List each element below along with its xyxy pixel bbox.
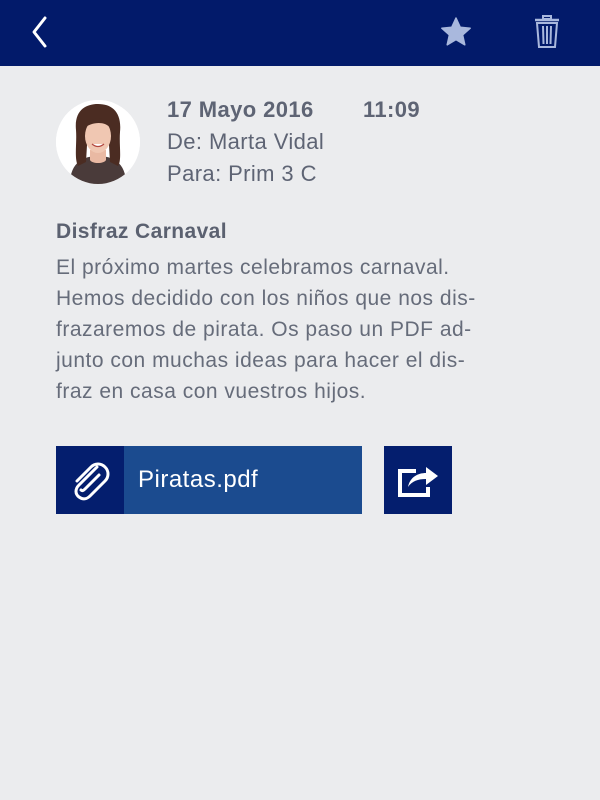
star-icon xyxy=(441,17,471,46)
message-date: 17 Mayo 2016 xyxy=(167,97,314,122)
message-recipient: Para: Prim 3 C xyxy=(167,161,317,186)
delete-button[interactable] xyxy=(528,12,566,52)
message-body-line: fraz en casa con vuestros hijos. xyxy=(56,380,367,403)
message-meta: 17 Mayo 2016 11:09 De: Marta Vidal Para:… xyxy=(167,94,420,190)
attachment-filename: Piratas.pdf xyxy=(138,466,259,493)
paperclip-icon xyxy=(74,462,110,501)
message-body-line: frazaremos de pirata. Os paso un PDF ad- xyxy=(56,318,472,341)
message-subject: Disfraz Carnaval xyxy=(56,220,227,243)
trash-icon xyxy=(535,15,559,48)
message-body-line: Hemos decidido con los niños que nos dis… xyxy=(56,287,476,310)
sender-avatar xyxy=(56,100,140,184)
person-photo-icon xyxy=(56,100,140,184)
message-body-line: El próximo martes celebramos carnaval. xyxy=(56,256,450,279)
share-icon xyxy=(398,467,438,497)
message-body: El próximo martes celebramos carnaval. H… xyxy=(56,252,546,407)
attachment-button[interactable]: Piratas.pdf xyxy=(56,446,362,514)
share-button[interactable] xyxy=(384,446,452,514)
back-button[interactable] xyxy=(22,14,56,50)
favorite-button[interactable] xyxy=(436,12,476,52)
top-bar xyxy=(0,0,600,66)
message-body-line: junto con muchas ideas para hacer el dis… xyxy=(56,349,466,372)
message-time: 11:09 xyxy=(363,97,421,122)
attachment-icon-box xyxy=(56,446,124,514)
chevron-left-icon xyxy=(32,16,47,48)
message-sender: De: Marta Vidal xyxy=(167,129,325,154)
